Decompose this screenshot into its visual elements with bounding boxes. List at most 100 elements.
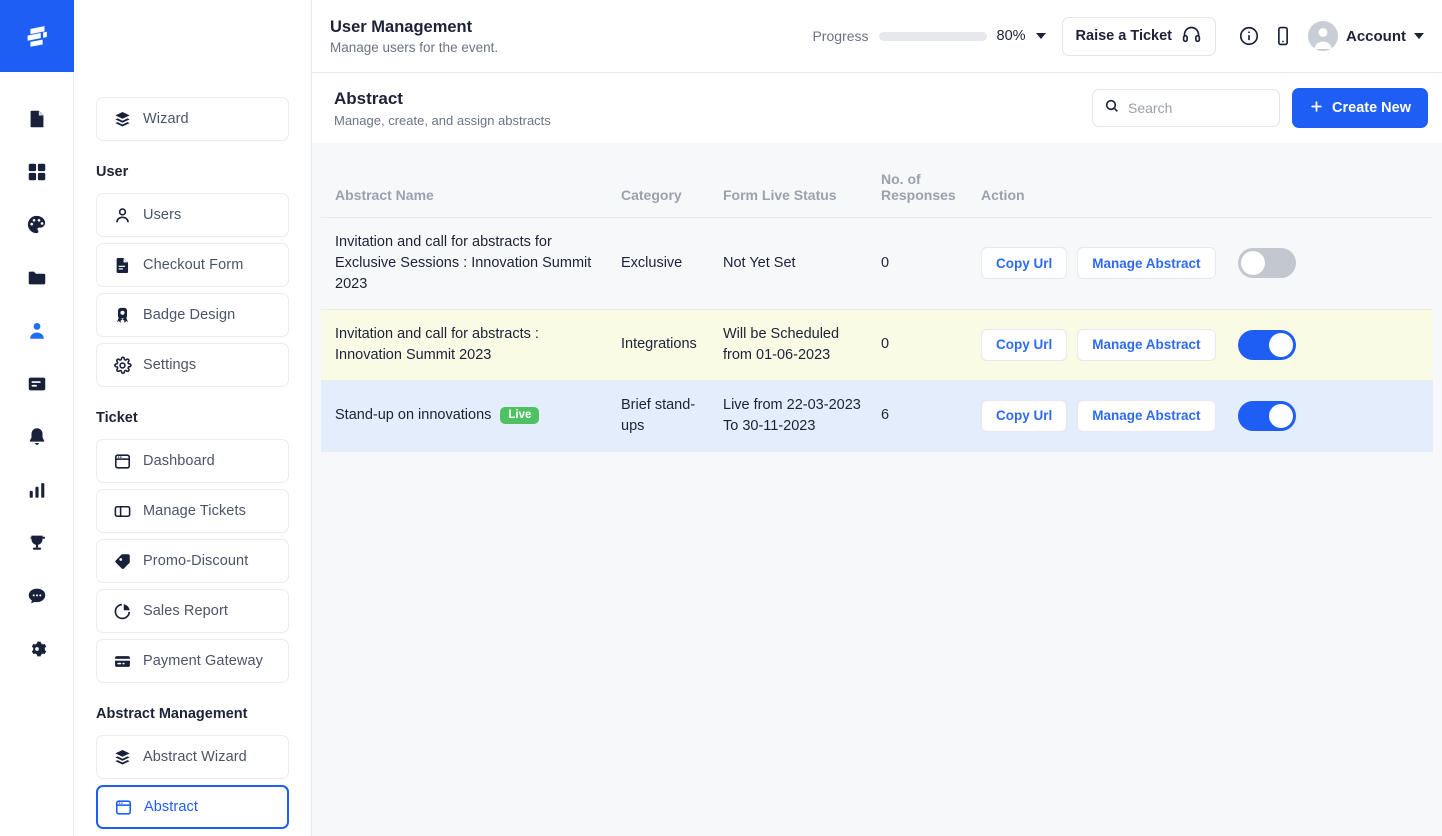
sidebar: Wizard User Users Checkout Form Badge De… xyxy=(74,0,312,836)
chevron-down-icon xyxy=(1414,33,1424,39)
manage-abstract-button[interactable]: Manage Abstract xyxy=(1077,328,1216,361)
app-logo[interactable] xyxy=(0,0,74,72)
table-header-row: Abstract Name Category Form Live Status … xyxy=(321,143,1433,218)
row-toggle[interactable] xyxy=(1237,400,1296,431)
abstract-name-text: Invitation and call for abstracts : Inno… xyxy=(335,325,539,363)
sidebar-item-abstract-wizard[interactable]: Abstract Wizard xyxy=(96,735,289,779)
sidebar-item-badge-design[interactable]: Badge Design xyxy=(96,293,289,337)
window-icon xyxy=(111,450,133,472)
top-bar: User Management Manage users for the eve… xyxy=(312,0,1442,73)
sidebar-item-label: Wizard xyxy=(143,111,189,127)
raise-ticket-button[interactable]: Raise a Ticket xyxy=(1061,16,1216,56)
search-input[interactable] xyxy=(1128,100,1269,116)
info-button[interactable] xyxy=(1232,19,1266,53)
sidebar-item-promo-discount[interactable]: Promo-Discount xyxy=(96,539,289,583)
plus-icon xyxy=(1309,99,1324,118)
copy-url-button[interactable]: Copy Url xyxy=(981,399,1068,432)
sidebar-item-label: Dashboard xyxy=(143,453,215,469)
status-badge: Live xyxy=(500,406,540,425)
grid-icon xyxy=(28,163,45,180)
rail-item-design-palette[interactable] xyxy=(14,198,60,251)
progress-indicator[interactable]: Progress 80% xyxy=(812,28,1046,44)
avatar xyxy=(1308,21,1338,51)
search-box[interactable] xyxy=(1092,89,1281,127)
page-header: Abstract Manage, create, and assign abst… xyxy=(312,73,1442,143)
account-label: Account xyxy=(1346,27,1406,45)
rail-item-dashboard-grid[interactable] xyxy=(14,145,60,198)
table-head: Abstract Name Category Form Live Status … xyxy=(321,143,1433,218)
tag-icon xyxy=(111,550,133,572)
account-menu[interactable]: Account xyxy=(1308,21,1424,51)
progress-track xyxy=(878,31,987,41)
chat-icon xyxy=(28,588,45,603)
column-header-no-of-responses: No. of Responses xyxy=(873,143,973,218)
bell-icon xyxy=(29,427,44,445)
manage-abstract-button[interactable]: Manage Abstract xyxy=(1077,247,1216,280)
table-body: Invitation and call for abstracts for Ex… xyxy=(321,217,1433,452)
sidebar-item-checkout-form[interactable]: Checkout Form xyxy=(96,243,289,287)
cell-action: Copy Url Manage Abstract xyxy=(973,309,1433,381)
rail-item-messages[interactable] xyxy=(14,569,60,622)
badge-ribbon-icon xyxy=(111,304,133,326)
abstract-name-text: Stand-up on innovations xyxy=(335,407,492,424)
rail-item-folder[interactable] xyxy=(14,251,60,304)
progress-percent-label: 80% xyxy=(996,28,1026,44)
copy-url-button[interactable]: Copy Url xyxy=(981,247,1068,280)
sidebar-item-label: Checkout Form xyxy=(143,257,244,273)
copy-url-button[interactable]: Copy Url xyxy=(981,328,1068,361)
page-subheading: Manage users for the event. xyxy=(330,39,499,55)
manage-abstract-button[interactable]: Manage Abstract xyxy=(1077,399,1216,432)
trophy-icon xyxy=(28,535,45,550)
cell-no-of-responses: 0 xyxy=(873,309,973,381)
sidebar-item-label: Sales Report xyxy=(143,603,229,619)
gear-icon xyxy=(31,641,46,656)
sidebar-item-label: Manage Tickets xyxy=(143,503,246,519)
abstract-table: Abstract Name Category Form Live Status … xyxy=(321,143,1433,452)
layers-icon xyxy=(111,746,133,768)
layers-icon xyxy=(111,108,133,130)
sidebar-item-abstract[interactable]: Abstract xyxy=(96,785,289,829)
sidebar-item-dashboard[interactable]: Dashboard xyxy=(96,439,289,483)
rail-item-settings[interactable] xyxy=(14,622,60,675)
folder-icon xyxy=(28,271,45,284)
mobile-phone-icon xyxy=(1278,26,1288,46)
chevron-down-icon[interactable] xyxy=(1035,33,1046,39)
app-root: Wizard User Users Checkout Form Badge De… xyxy=(0,0,1442,836)
rail-item-users[interactable] xyxy=(14,304,60,357)
rail-item-document[interactable] xyxy=(14,92,60,145)
table-row[interactable]: Invitation and call for abstracts for Ex… xyxy=(321,217,1433,310)
create-new-button[interactable]: Create New xyxy=(1292,88,1428,128)
rail-item-list xyxy=(14,72,60,675)
column-header-form-live-status: Form Live Status xyxy=(715,143,873,218)
abstract-name-wrap: Stand-up on innovations Live xyxy=(335,405,605,426)
cell-form-live-status: Will be Scheduled from 01-06-2023 xyxy=(715,309,873,381)
row-toggle[interactable] xyxy=(1237,329,1296,360)
column-header-abstract-name: Abstract Name xyxy=(321,143,613,218)
rail-item-awards[interactable] xyxy=(14,516,60,569)
table-row[interactable]: Invitation and call for abstracts : Inno… xyxy=(321,309,1433,381)
action-group: Copy Url Manage Abstract xyxy=(981,247,1425,280)
sidebar-item-label: Settings xyxy=(143,357,197,373)
rail-item-notifications[interactable] xyxy=(14,410,60,463)
progress-label: Progress xyxy=(812,28,869,44)
page-heading: User Management xyxy=(330,17,473,36)
mobile-button[interactable] xyxy=(1266,19,1300,53)
sidebar-item-payment-gateway[interactable]: Payment Gateway xyxy=(96,639,289,683)
sidebar-item-users[interactable]: Users xyxy=(96,193,289,237)
top-bar-titles: User Management Manage users for the eve… xyxy=(330,18,498,55)
sidebar-item-label: Promo-Discount xyxy=(143,553,249,569)
table-row[interactable]: Stand-up on innovations Live Brief stand… xyxy=(321,380,1433,452)
page-header-titles: Abstract Manage, create, and assign abst… xyxy=(334,89,551,128)
sidebar-item-settings[interactable]: Settings xyxy=(96,343,289,387)
cell-abstract-name: Invitation and call for abstracts : Inno… xyxy=(321,309,613,381)
document-text-icon xyxy=(111,254,133,276)
cell-form-live-status: Not Yet Set xyxy=(715,217,873,310)
sidebar-item-wizard[interactable]: Wizard xyxy=(96,97,289,141)
person-icon xyxy=(111,204,133,226)
row-toggle[interactable] xyxy=(1237,248,1296,279)
sidebar-item-sales-report[interactable]: Sales Report xyxy=(96,589,289,633)
sidebar-item-manage-tickets[interactable]: Manage Tickets xyxy=(96,489,289,533)
rail-item-analytics[interactable] xyxy=(14,463,60,516)
rail-item-forms[interactable] xyxy=(14,357,60,410)
create-new-label: Create New xyxy=(1332,100,1411,116)
